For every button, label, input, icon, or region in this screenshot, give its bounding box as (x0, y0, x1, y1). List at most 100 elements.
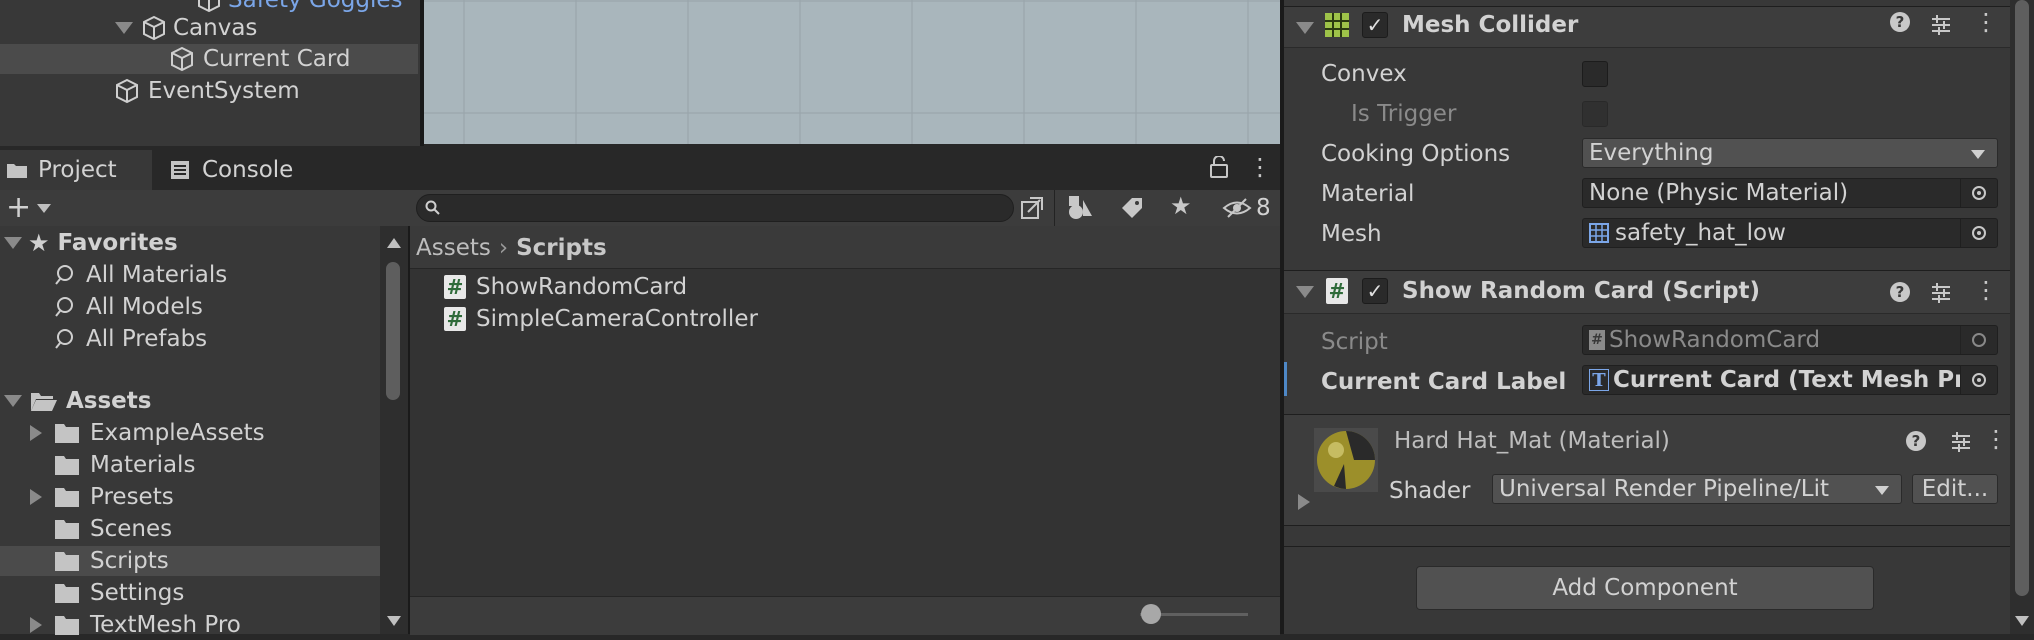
lock-icon[interactable] (1209, 156, 1229, 178)
add-component-button[interactable]: Add Component (1416, 566, 1874, 610)
folder-icon (55, 488, 79, 507)
object-picker-icon[interactable] (1960, 366, 1997, 394)
scroll-down-arrow-icon[interactable] (2015, 616, 2029, 626)
folder-item-scenes[interactable]: Scenes (54, 514, 172, 544)
search-scope-icon[interactable] (1020, 196, 1044, 220)
chevron-down-icon (37, 203, 52, 213)
inspector-scrollbar[interactable] (2010, 0, 2034, 634)
search-icon (425, 200, 440, 215)
current-card-object-field[interactable]: T Current Card (Text Mesh Pro (1582, 365, 1998, 395)
favorites-item[interactable]: All Materials (54, 260, 227, 290)
cooking-options-dropdown[interactable]: Everything (1582, 138, 1998, 168)
favorites-header[interactable]: ★ Favorites (4, 228, 178, 258)
hierarchy-item-current-card[interactable]: Current Card (169, 45, 351, 73)
folder-item-presets[interactable]: Presets (30, 482, 174, 512)
toolbar-separator (1054, 190, 1055, 226)
preset-settings-icon[interactable] (1930, 14, 1952, 36)
component-menu-icon[interactable]: ⋮ (1974, 8, 1998, 36)
shader-dropdown[interactable]: Universal Render Pipeline/Lit (1492, 474, 1902, 504)
tab-project[interactable]: Project (0, 150, 152, 190)
mesh-value: safety_hat_low (1615, 220, 1786, 246)
scroll-thumb[interactable] (2015, 0, 2029, 596)
current-card-value: Current Card (Text Mesh Pro (1613, 367, 1982, 393)
folder-item-scripts[interactable]: Scripts (54, 546, 169, 576)
expand-arrow-icon[interactable] (30, 617, 42, 633)
component-menu-icon[interactable]: ⋮ (1984, 425, 2008, 453)
favorites-item[interactable]: All Prefabs (54, 324, 207, 354)
foldout-arrow-icon[interactable] (1298, 494, 1310, 510)
inspector-divider-line (1284, 546, 2010, 547)
gameobject-icon (116, 78, 138, 104)
scroll-down-arrow-icon[interactable] (387, 616, 401, 626)
hierarchy-item-eventsystem[interactable]: EventSystem (114, 77, 300, 105)
shader-label: Shader (1389, 478, 1471, 504)
component-enabled-checkbox[interactable]: ✓ (1362, 12, 1388, 38)
current-card-label: Current Card Label (1321, 369, 1567, 395)
edit-shader-button[interactable]: Edit... (1912, 474, 1998, 504)
add-component-label: Add Component (1552, 575, 1738, 601)
scroll-up-arrow-icon[interactable] (387, 238, 401, 248)
favorites-item[interactable]: All Models (54, 292, 203, 322)
expand-arrow-icon[interactable] (30, 489, 42, 505)
assets-label: Assets (66, 388, 152, 414)
file-item-simplecameracontroller[interactable]: # SimpleCameraController (444, 304, 758, 334)
convex-checkbox[interactable] (1582, 61, 1608, 87)
filter-by-label-icon[interactable] (1120, 196, 1144, 220)
breadcrumb-current[interactable]: Scripts (516, 235, 607, 261)
mesh-object-field[interactable]: safety_hat_low (1582, 218, 1998, 248)
component-menu-icon[interactable]: ⋮ (1974, 276, 1998, 304)
search-icon (55, 297, 73, 317)
expand-arrow-icon[interactable] (115, 22, 133, 34)
favorites-star-icon[interactable]: ★ (1170, 192, 1192, 220)
is-trigger-checkbox (1582, 101, 1608, 127)
create-button[interactable]: + (6, 192, 52, 224)
folder-item-textmesh-pro[interactable]: TextMesh Pro (30, 610, 241, 640)
is-trigger-label: Is Trigger (1351, 101, 1457, 127)
tab-console[interactable]: Console (170, 150, 293, 190)
tree-scrollbar[interactable] (380, 226, 408, 634)
script-small-icon: # (1589, 330, 1605, 350)
folder-icon (55, 424, 79, 443)
script-object-field: # ShowRandomCard (1582, 325, 1998, 355)
assets-header[interactable]: Assets (4, 386, 151, 416)
expand-arrow-icon[interactable] (4, 237, 22, 249)
zoom-slider-handle[interactable] (1140, 604, 1161, 624)
breadcrumb-root[interactable]: Assets (416, 235, 491, 261)
material-preview-icon[interactable] (1314, 428, 1378, 492)
file-label: ShowRandomCard (476, 274, 688, 300)
component-title: Mesh Collider (1402, 12, 1579, 38)
tab-label: Project (38, 157, 117, 183)
gameobject-icon (198, 0, 220, 13)
component-enabled-checkbox[interactable]: ✓ (1362, 278, 1388, 304)
folder-item-exampleassets[interactable]: ExampleAssets (30, 418, 265, 448)
object-picker-icon (1960, 326, 1997, 354)
help-icon[interactable]: ? (1890, 12, 1910, 32)
object-picker-icon[interactable] (1960, 179, 1997, 207)
scroll-thumb[interactable] (386, 262, 400, 400)
preset-settings-icon[interactable] (1950, 431, 1972, 453)
hierarchy-item-safety-goggles[interactable]: Safety Goggles (196, 0, 403, 13)
scene-view[interactable] (422, 0, 1280, 144)
material-object-field[interactable]: None (Physic Material) (1582, 178, 1998, 208)
hidden-packages-toggle[interactable]: 8 (1222, 192, 1271, 224)
mesh-label: Mesh (1321, 221, 1382, 247)
cooking-options-value: Everything (1589, 140, 1714, 166)
help-icon[interactable]: ? (1890, 282, 1910, 302)
search-input[interactable] (416, 194, 1014, 222)
preset-settings-icon[interactable] (1930, 282, 1952, 304)
object-picker-icon[interactable] (1960, 219, 1997, 247)
folder-label: Scripts (90, 548, 169, 574)
hierarchy-item-canvas[interactable]: Canvas (115, 14, 257, 42)
foldout-arrow-icon[interactable] (1296, 286, 1314, 298)
file-item-showrandomcard[interactable]: # ShowRandomCard (444, 272, 687, 302)
expand-arrow-icon[interactable] (4, 395, 22, 407)
folder-item-settings[interactable]: Settings (54, 578, 184, 608)
help-icon[interactable]: ? (1906, 431, 1926, 451)
expand-arrow-icon[interactable] (30, 425, 42, 441)
more-options-icon[interactable]: ⋮ (1248, 152, 1272, 182)
text-mesh-pro-icon: T (1589, 369, 1609, 391)
foldout-arrow-icon[interactable] (1296, 22, 1314, 34)
mesh-icon (1589, 223, 1609, 243)
filter-by-type-icon[interactable] (1066, 194, 1094, 220)
folder-item-materials[interactable]: Materials (54, 450, 195, 480)
